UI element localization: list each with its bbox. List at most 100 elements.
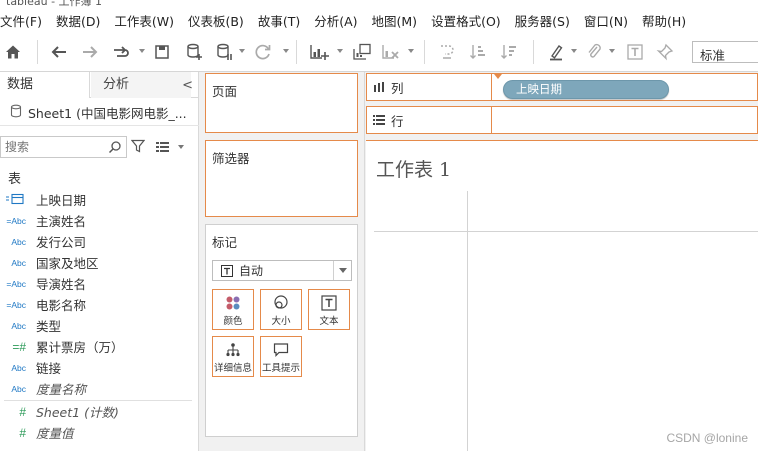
datasource-item[interactable]: Sheet1 (中国电影网电影_... <box>0 100 199 126</box>
filters-shelf-title: 筛选器 <box>212 151 250 166</box>
label-icon[interactable] <box>625 40 645 64</box>
string-field-icon: =Abc <box>6 299 26 310</box>
filters-shelf[interactable]: 筛选器 <box>205 140 358 217</box>
columns-shelf-label: 列 <box>391 80 404 96</box>
columns-pill[interactable]: 上映日期 <box>503 80 669 99</box>
detail-button[interactable]: 详细信息 <box>212 336 254 377</box>
field-item[interactable]: =Abc 电影名称 <box>0 294 199 315</box>
collapse-pane-icon[interactable]: < <box>182 78 193 93</box>
tooltip-icon <box>261 342 301 358</box>
text-button[interactable]: 文本 <box>308 289 350 330</box>
menu-data[interactable]: 数据(D) <box>56 11 100 30</box>
search-icon[interactable] <box>108 140 122 157</box>
marks-card-title: 标记 <box>212 235 238 250</box>
field-item[interactable]: Abc 类型 <box>0 315 199 336</box>
refresh-icon[interactable] <box>253 40 273 64</box>
field-item[interactable]: Abc 度量名称 <box>0 378 199 399</box>
field-item[interactable]: Abc 国家及地区 <box>0 252 199 273</box>
view-list-icon[interactable] <box>156 141 170 156</box>
menu-format[interactable]: 设置格式(O) <box>431 11 501 30</box>
save-icon[interactable] <box>153 40 171 64</box>
swap-icon[interactable] <box>437 40 457 64</box>
string-field-icon: =Abc <box>6 278 26 289</box>
menu-story[interactable]: 故事(T) <box>258 11 300 30</box>
group-icon[interactable] <box>584 40 604 64</box>
sheet-title[interactable]: 工作表 1 <box>376 155 451 182</box>
menu-dashboard[interactable]: 仪表板(B) <box>188 11 244 30</box>
rows-shelf[interactable]: 行 <box>366 106 758 134</box>
field-item[interactable]: =Abc 主演姓名 <box>0 210 199 231</box>
string-field-icon: Abc <box>11 236 26 247</box>
replay-dropdown-caret[interactable] <box>139 49 145 53</box>
tab-analysis[interactable]: 分析 <box>91 72 191 98</box>
replay-icon[interactable] <box>110 40 132 64</box>
field-name: 链接 <box>36 361 62 376</box>
mark-type-dropdown[interactable]: 自动 <box>212 260 352 281</box>
field-name: 类型 <box>36 319 62 334</box>
refresh-dropdown-caret[interactable] <box>283 49 289 53</box>
color-button[interactable]: 颜色 <box>212 289 254 330</box>
measure-item[interactable]: # Sheet1 (计数) <box>0 401 199 422</box>
duplicate-icon[interactable] <box>351 40 373 64</box>
new-datasource-icon[interactable] <box>185 40 205 64</box>
sort-descending-icon[interactable] <box>499 40 519 64</box>
field-item[interactable]: Abc 链接 <box>0 357 199 378</box>
chevron-down-icon[interactable] <box>333 261 351 280</box>
string-field-icon: =Abc <box>6 215 26 226</box>
undo-icon[interactable] <box>49 40 69 64</box>
rows-shelf-header: 行 <box>367 107 492 133</box>
columns-shelf[interactable]: 列 上映日期 <box>366 73 758 101</box>
clear-dropdown-caret[interactable] <box>408 49 414 53</box>
new-worksheet-caret[interactable] <box>337 49 343 53</box>
view-list-caret[interactable] <box>178 145 184 149</box>
highlight-icon[interactable] <box>546 40 566 64</box>
size-button[interactable]: 大小 <box>260 289 302 330</box>
menu-analysis[interactable]: 分析(A) <box>314 11 357 30</box>
field-name: 发行公司 <box>36 235 87 250</box>
field-search-row <box>0 136 199 158</box>
menu-window[interactable]: 窗口(N) <box>584 11 628 30</box>
field-name: 电影名称 <box>36 298 87 313</box>
view-canvas[interactable]: 工作表 1 CSDN @lonine <box>366 140 758 451</box>
group-dropdown-caret[interactable] <box>609 49 615 53</box>
menu-file[interactable]: 文件(F) <box>0 11 42 30</box>
search-input[interactable] <box>1 137 101 157</box>
field-item[interactable]: =# 累计票房（万） <box>0 336 199 357</box>
field-item[interactable]: 上映日期 <box>0 189 199 210</box>
field-name: 度量值 <box>36 426 74 441</box>
tab-data[interactable]: 数据 <box>0 72 90 98</box>
marks-card: 标记 自动 颜色 大小 文本 详细信息 工具提示 <box>205 224 358 437</box>
measure-item[interactable]: # 度量值 <box>0 422 199 443</box>
pin-icon[interactable] <box>655 40 675 64</box>
redo-icon[interactable] <box>80 40 100 64</box>
menu-worksheet[interactable]: 工作表(W) <box>114 11 174 30</box>
pause-updates-icon[interactable] <box>215 40 235 64</box>
field-name: 国家及地区 <box>36 256 99 271</box>
field-search-box[interactable] <box>0 136 127 158</box>
clear-icon[interactable] <box>380 40 402 64</box>
menu-map[interactable]: 地图(M) <box>372 11 418 30</box>
window-title: tableau - 工作簿 1 <box>6 0 103 8</box>
number-field-icon: # <box>19 404 26 419</box>
field-name: Sheet1 (计数) <box>36 405 119 420</box>
highlight-dropdown-caret[interactable] <box>571 49 577 53</box>
menu-server[interactable]: 服务器(S) <box>515 11 570 30</box>
datasource-dropdown-caret[interactable] <box>239 49 245 53</box>
number-field-icon: =# <box>12 339 26 354</box>
axis-divider-vertical <box>467 191 468 451</box>
detail-button-label: 详细信息 <box>213 363 252 374</box>
toolbar: 标准 <box>0 32 758 72</box>
rows-icon <box>373 114 385 126</box>
pages-shelf[interactable]: 页面 <box>205 73 358 133</box>
number-field-icon: # <box>19 425 26 440</box>
tooltip-button[interactable]: 工具提示 <box>260 336 302 377</box>
field-item[interactable]: =Abc 导演姓名 <box>0 273 199 294</box>
filter-icon[interactable] <box>130 139 146 156</box>
sort-ascending-icon[interactable] <box>468 40 488 64</box>
menu-bar: 文件(F) 数据(D) 工作表(W) 仪表板(B) 故事(T) 分析(A) 地图… <box>0 8 758 32</box>
home-icon[interactable] <box>4 40 22 64</box>
fit-dropdown[interactable]: 标准 <box>692 41 758 63</box>
field-item[interactable]: Abc 发行公司 <box>0 231 199 252</box>
menu-help[interactable]: 帮助(H) <box>642 11 686 30</box>
new-worksheet-icon[interactable] <box>308 40 330 64</box>
